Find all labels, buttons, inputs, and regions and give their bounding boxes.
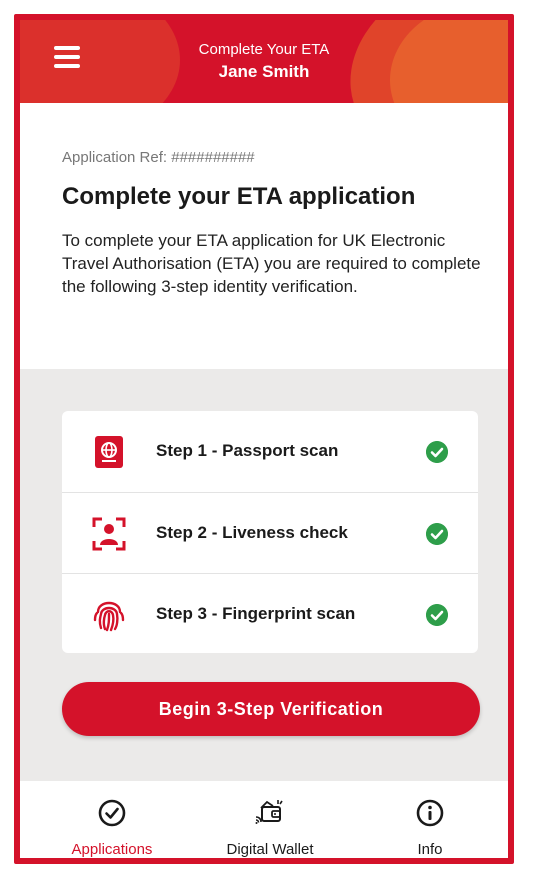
nav-item-digital-wallet[interactable]: Digital Wallet (190, 781, 350, 858)
nav-label: Info (417, 841, 443, 858)
check-complete-icon (426, 523, 448, 545)
app-frame: Complete Your ETA Jane Smith Application… (14, 14, 514, 864)
app-header: Complete Your ETA Jane Smith (20, 20, 508, 103)
header-subtitle: Complete Your ETA (198, 41, 330, 58)
step-label: Step 1 - Passport scan (156, 441, 339, 460)
face-scan-icon (92, 517, 126, 551)
begin-verification-button[interactable]: Begin 3-Step Verification (62, 682, 480, 736)
fingerprint-icon (93, 601, 125, 632)
application-ref: Application Ref: ########## (62, 149, 255, 166)
check-complete-icon (426, 441, 448, 463)
page-description: To complete your ETA application for UK … (62, 231, 481, 296)
step-label: Step 2 - Liveness check (156, 523, 348, 542)
passport-icon (95, 436, 123, 468)
nav-item-info[interactable]: Info (350, 781, 508, 858)
step-fingerprint-scan: Step 3 - Fingerprint scan (62, 573, 478, 654)
verification-section: Step 1 - Passport scan Step 2 - Liveness… (20, 369, 508, 781)
nav-label: Digital Wallet (226, 841, 314, 858)
step-label: Step 3 - Fingerprint scan (156, 604, 356, 623)
check-circle-icon (98, 799, 126, 827)
nav-item-applications[interactable]: Applications (32, 781, 192, 858)
bottom-nav: Applications Digital Wallet Info (20, 781, 508, 858)
info-icon (416, 799, 444, 827)
intro-section: Application Ref: ########## Complete you… (20, 103, 508, 369)
page-title: Complete your ETA application (62, 183, 416, 210)
check-complete-icon (426, 604, 448, 626)
step-liveness-check: Step 2 - Liveness check (62, 492, 478, 573)
wallet-icon (255, 800, 283, 824)
step-passport-scan: Step 1 - Passport scan (62, 411, 478, 491)
nav-label: Applications (71, 841, 153, 858)
header-user-name: Jane Smith (218, 62, 310, 81)
steps-card: Step 1 - Passport scan Step 2 - Liveness… (62, 411, 478, 653)
